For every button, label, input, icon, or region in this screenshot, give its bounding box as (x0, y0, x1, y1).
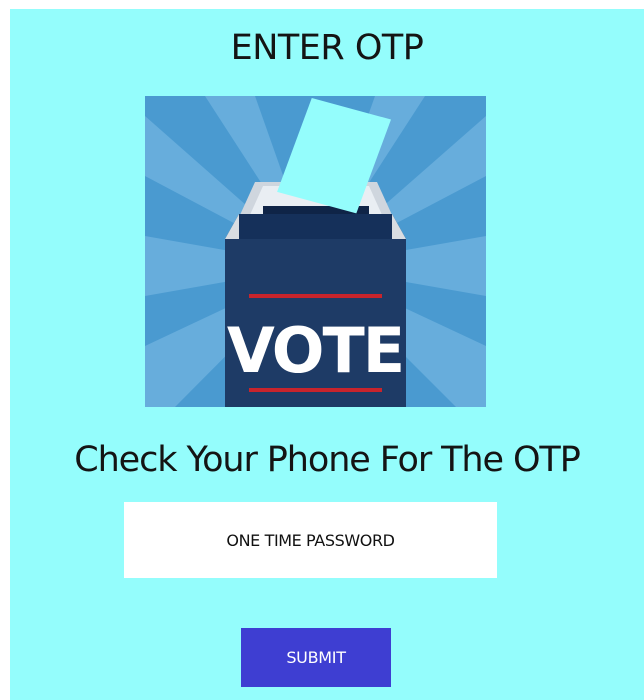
otp-panel: ENTER OTP VOTE Check Your Phone For The … (10, 9, 644, 700)
page-title: ENTER OTP (230, 28, 424, 68)
otp-input[interactable] (124, 502, 497, 578)
submit-button[interactable]: SUBMIT (241, 628, 391, 687)
ballot-box-label: VOTE (227, 314, 403, 387)
ballot-box-icon: VOTE (145, 96, 486, 407)
otp-instructions: Check Your Phone For The OTP (74, 440, 581, 480)
